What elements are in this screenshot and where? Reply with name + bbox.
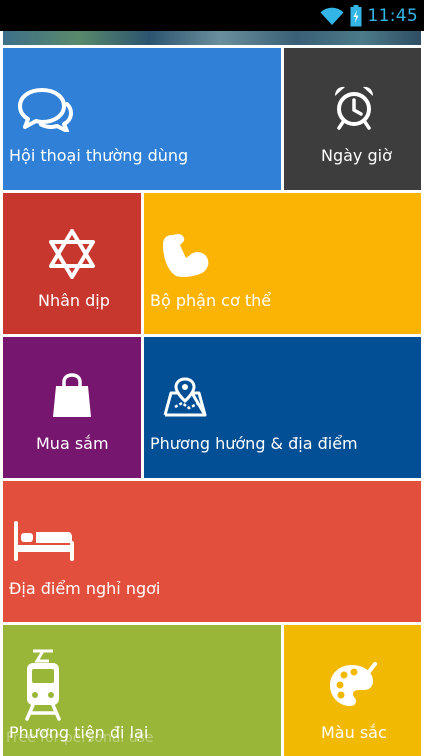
flexed-arm-icon [163,234,209,277]
tile-datetime[interactable]: Ngày giờ [284,48,421,190]
tile-conversation[interactable]: Hội thoại thường dùng [3,48,281,190]
bed-icon [14,521,74,561]
tile-label: Mua sắm [36,434,109,453]
battery-icon [350,4,361,26]
speech-bubbles-icon [18,88,73,132]
tile-label: Bộ phận cơ thể [150,291,272,310]
tile-body-parts[interactable]: Bộ phận cơ thể [144,193,421,334]
tile-label: Màu sắc [321,723,387,742]
watermark-text: Free for personal use [6,730,154,746]
tile-label: Ngày giờ [321,146,392,165]
tile-label: Nhân dịp [38,291,110,310]
tile-shopping[interactable]: Mua sắm [3,337,141,478]
tram-icon [25,649,61,721]
tile-holidays[interactable]: Nhân dịp [3,193,141,334]
tile-label: Hội thoại thường dùng [9,146,189,165]
header-banner-image [3,31,421,45]
star-of-david-icon [49,229,95,279]
tile-colors[interactable]: Màu sắc [284,625,421,756]
palette-icon [330,662,377,706]
map-pin-icon [163,377,207,417]
tile-lodging[interactable]: Địa điểm nghỉ ngơi [3,481,421,622]
tile-label: Phương hướng & địa điểm [150,434,358,453]
tile-label: Địa điểm nghỉ ngơi [9,579,161,598]
tile-directions[interactable]: Phương hướng & địa điểm [144,337,421,478]
alarm-clock-icon [335,86,373,130]
status-bar: 11:45 [0,0,424,31]
shopping-bag-icon [53,373,91,417]
wifi-icon [320,7,343,25]
clock-time: 11:45 [367,5,418,26]
